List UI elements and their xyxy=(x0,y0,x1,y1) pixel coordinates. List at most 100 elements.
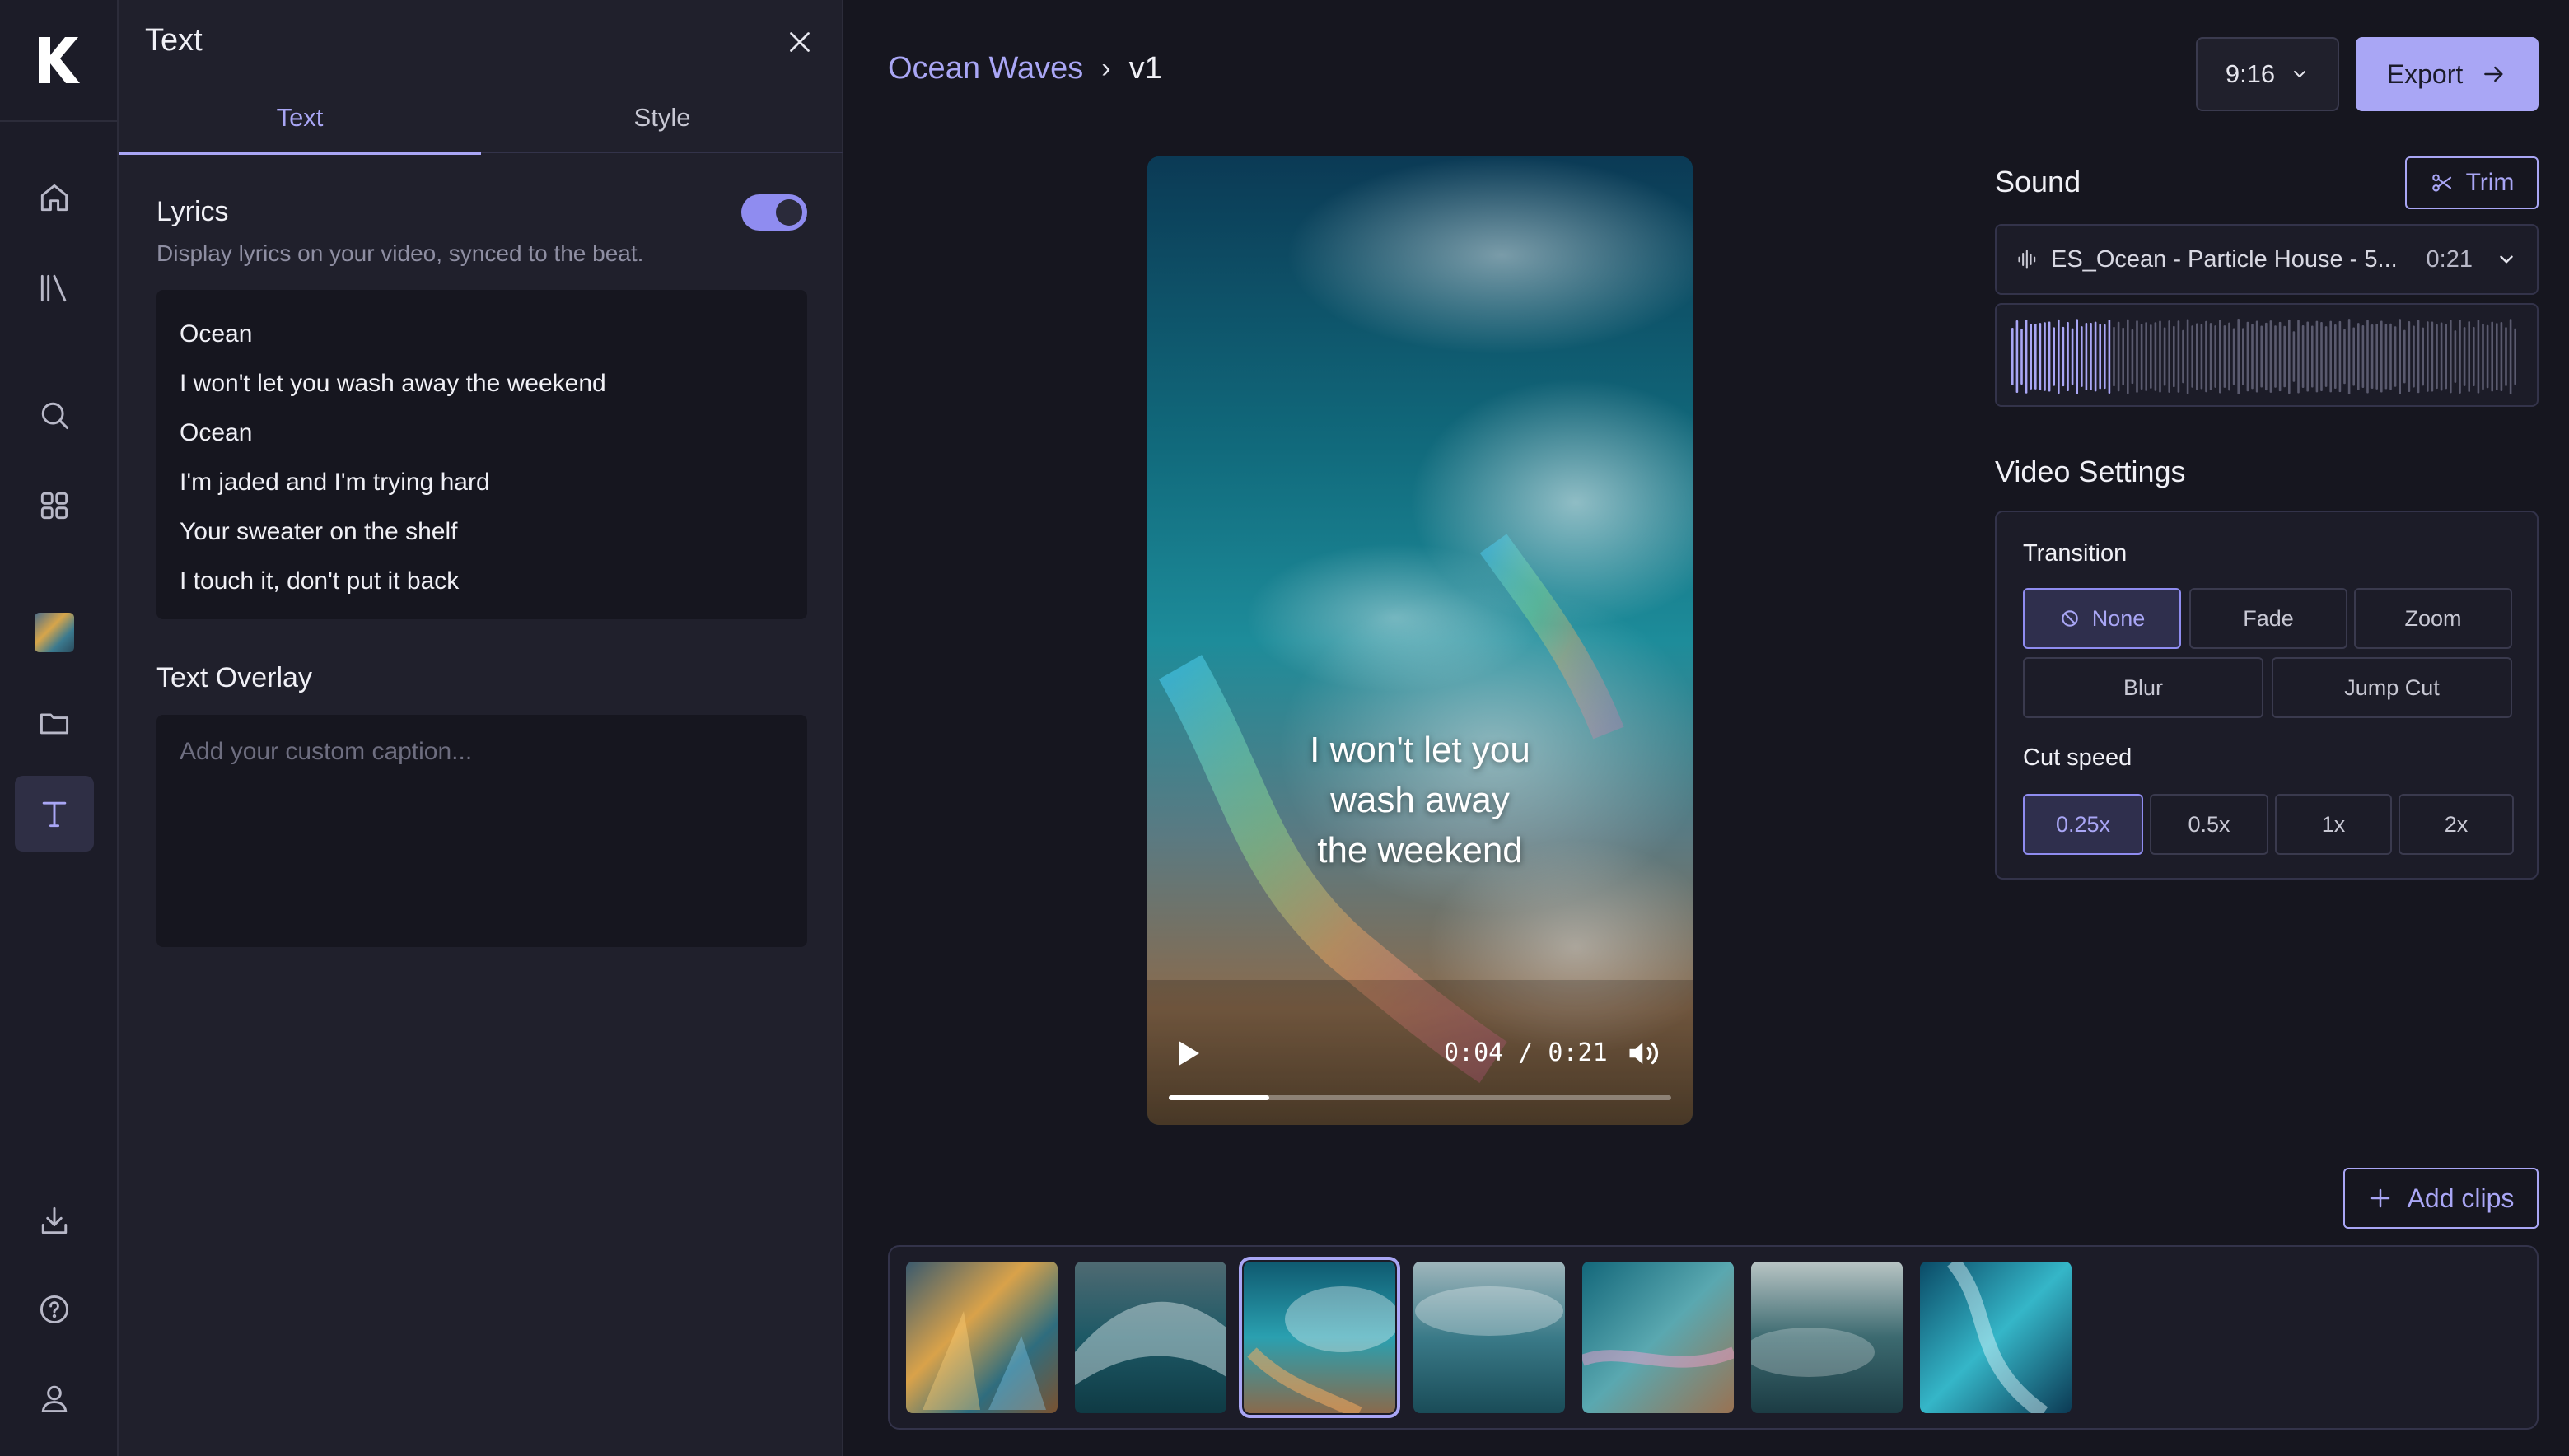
help-icon[interactable] xyxy=(15,1272,94,1347)
waveform-bar xyxy=(2315,320,2319,393)
waveform-bar xyxy=(2237,319,2240,394)
clip-image xyxy=(1582,1262,1734,1413)
playback-progress[interactable] xyxy=(1169,1095,1671,1100)
breadcrumb-project[interactable]: Ocean Waves xyxy=(888,51,1083,86)
video-frame xyxy=(1147,156,1693,1125)
waveform-bar xyxy=(2297,320,2300,394)
chevron-down-icon xyxy=(2294,71,2306,77)
clip-thumbnail[interactable] xyxy=(1582,1262,1734,1413)
waveform-bar xyxy=(2473,326,2475,387)
tab-text[interactable]: Text xyxy=(119,82,481,155)
export-button[interactable]: Export xyxy=(2356,37,2539,111)
lyric-line: I won't let you wash away the weekend xyxy=(180,370,606,397)
home-icon[interactable] xyxy=(15,160,94,236)
caption-input[interactable]: Add your custom caption... xyxy=(156,715,807,947)
cut-speed-option[interactable]: 0.5x xyxy=(2150,794,2268,855)
waveform-bar xyxy=(2427,321,2429,392)
clip-thumbnail[interactable] xyxy=(906,1262,1058,1413)
transition-label: Transition xyxy=(2023,540,2128,567)
lyrics-editor[interactable]: Ocean I won't let you wash away the week… xyxy=(156,290,807,619)
waveform-bar xyxy=(2228,322,2230,391)
waveform-bar xyxy=(2015,320,2019,394)
waveform-bar xyxy=(2223,325,2226,388)
trim-button[interactable]: Trim xyxy=(2405,156,2539,209)
media-thumbnail[interactable] xyxy=(15,595,94,670)
option-label: 1x xyxy=(2321,811,2346,837)
waveform-bar xyxy=(2246,321,2249,392)
search-icon[interactable] xyxy=(15,377,94,453)
waveform-bar xyxy=(2338,320,2342,393)
aspect-ratio-dropdown[interactable]: 9:16 xyxy=(2196,37,2339,111)
cut-speed-option[interactable]: 2x xyxy=(2399,794,2514,855)
option-label: None xyxy=(2091,605,2146,631)
waveform-bar xyxy=(2108,320,2111,394)
video-preview[interactable]: I won't let you wash away the weekend 0:… xyxy=(1147,156,1693,1125)
waveform-bar xyxy=(2468,321,2470,392)
apps-grid-icon[interactable] xyxy=(15,468,94,544)
waveform-bar xyxy=(2242,328,2244,385)
panel-tabs: Text Style xyxy=(119,82,843,155)
clip-thumbnail[interactable] xyxy=(1751,1262,1903,1413)
text-tool-icon[interactable] xyxy=(15,776,94,852)
cut-speed-option[interactable]: 1x xyxy=(2275,794,2392,855)
caption-line: I won't let you xyxy=(1310,730,1530,770)
waveform-bar xyxy=(2389,323,2392,390)
waveform-bar xyxy=(2334,324,2337,390)
waveform-bar xyxy=(2311,325,2314,388)
clip-thumbnail[interactable] xyxy=(1413,1262,1565,1413)
waveform-bar xyxy=(2232,328,2235,385)
volume-icon[interactable] xyxy=(1625,1036,1663,1071)
lyrics-toggle[interactable] xyxy=(741,194,807,231)
tab-style[interactable]: Style xyxy=(481,82,843,153)
folder-icon[interactable] xyxy=(15,685,94,761)
waveform-bar xyxy=(2459,320,2461,394)
waveform-bar xyxy=(2044,322,2046,391)
account-icon[interactable] xyxy=(15,1360,94,1436)
transition-option-blur[interactable]: Blur xyxy=(2023,657,2263,718)
lyric-line: Your sweater on the shelf xyxy=(180,518,458,545)
clip-thumbnail[interactable] xyxy=(1920,1262,2072,1413)
waveform-bar xyxy=(2486,324,2489,389)
waveform-bar xyxy=(2067,322,2069,391)
add-clips-button[interactable]: Add clips xyxy=(2343,1168,2539,1229)
clip-image xyxy=(1244,1262,1395,1413)
add-clips-label: Add clips xyxy=(2407,1183,2515,1213)
transition-option-fade[interactable]: Fade xyxy=(2189,588,2347,649)
clip-thumbnail[interactable] xyxy=(1075,1262,1226,1413)
none-icon xyxy=(2061,610,2078,627)
plus-icon xyxy=(2370,1188,2389,1208)
transition-option-zoom[interactable]: Zoom xyxy=(2354,588,2512,649)
clip-thumbnail-selected[interactable] xyxy=(1239,1257,1400,1418)
cut-speed-option[interactable]: 0.25x xyxy=(2023,794,2143,855)
transition-option-jump-cut[interactable]: Jump Cut xyxy=(2272,657,2512,718)
lyrics-label: Lyrics xyxy=(156,196,229,227)
cut-speed-label: Cut speed xyxy=(2023,744,2132,771)
waveform-bar xyxy=(2058,319,2060,394)
waveform-bar xyxy=(2205,320,2207,393)
clip-image xyxy=(1413,1262,1565,1413)
waveform-bar xyxy=(2071,328,2074,385)
audio-waveform[interactable] xyxy=(1995,303,2539,407)
waveform-bar xyxy=(2283,325,2286,388)
play-icon[interactable] xyxy=(1170,1036,1205,1071)
waveform-bar xyxy=(2260,325,2263,388)
lyric-line: I touch it, don't put it back xyxy=(180,567,460,595)
download-icon[interactable] xyxy=(15,1183,94,1258)
library-icon[interactable] xyxy=(15,250,94,326)
waveform-bar xyxy=(2062,326,2065,387)
sound-track-dropdown[interactable]: ES_Ocean - Particle House - 5... 0:21 xyxy=(1995,224,2539,295)
waveform-bar xyxy=(2094,321,2097,392)
close-icon[interactable] xyxy=(779,21,820,63)
waveform-bar xyxy=(2505,327,2507,386)
clip-image xyxy=(1751,1262,1903,1413)
waveform-bar xyxy=(2394,326,2397,387)
transition-option-none[interactable]: None xyxy=(2023,588,2181,649)
clip-image xyxy=(1075,1262,1226,1413)
waveform-bar xyxy=(2454,330,2457,383)
waveform-bar xyxy=(2191,325,2193,388)
waveform-bar xyxy=(2117,321,2120,392)
lyric-line: Ocean xyxy=(180,320,253,348)
logo-icon[interactable] xyxy=(0,0,117,122)
trim-label: Trim xyxy=(2465,169,2515,196)
waveform-bar xyxy=(2269,320,2272,393)
